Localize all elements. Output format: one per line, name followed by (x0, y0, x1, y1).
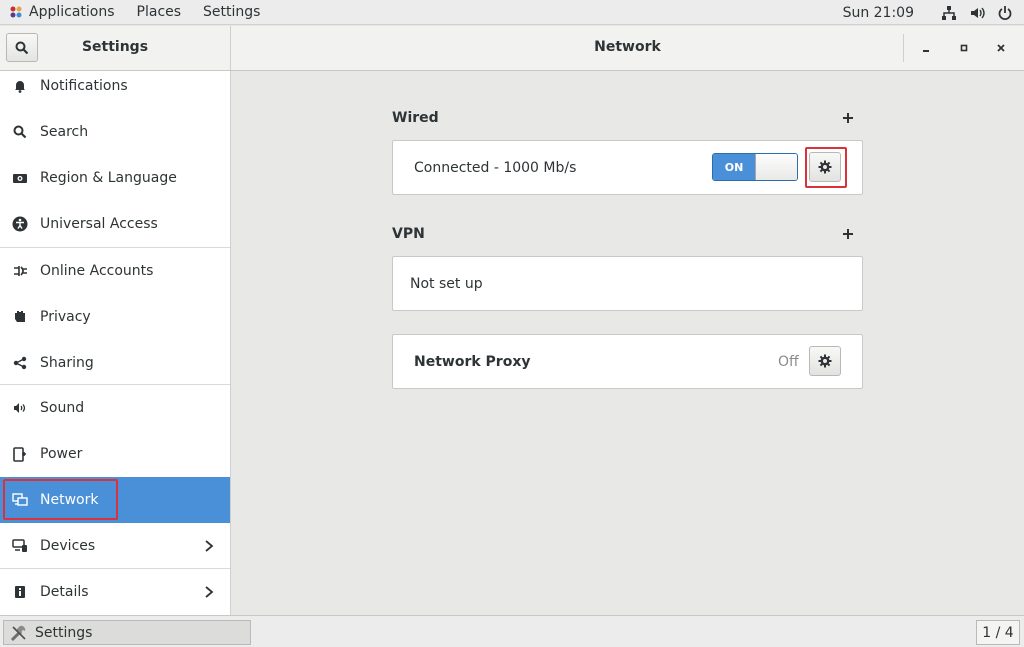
proxy-settings-button[interactable] (809, 346, 841, 376)
sidebar-item-label: Privacy (40, 309, 91, 325)
top-bar: Applications Places Settings Sun 21:09 (0, 0, 1024, 25)
sidebar-item-details[interactable]: Details (0, 569, 230, 615)
devices-icon (11, 537, 29, 555)
sidebar: Notifications Search Region & Language U… (0, 71, 231, 615)
chevron-right-icon (205, 586, 214, 598)
wired-title: Wired (392, 110, 439, 126)
search-icon (11, 123, 29, 141)
search-icon (15, 41, 29, 54)
vpn-status: Not set up (410, 276, 483, 292)
battery-plug-icon (11, 445, 29, 463)
camera-icon (11, 169, 29, 187)
settings-title: Settings (81, 39, 149, 55)
accessibility-icon (11, 215, 29, 233)
sidebar-item-label: Universal Access (40, 216, 158, 232)
sidebar-item-label: Devices (40, 538, 96, 554)
sidebar-item-privacy[interactable]: Privacy (0, 294, 230, 340)
taskbar-settings-window[interactable]: Settings (3, 620, 251, 645)
settings-menu[interactable]: Settings (203, 4, 260, 20)
sidebar-item-sharing[interactable]: Sharing (0, 340, 230, 386)
tools-icon (10, 625, 26, 641)
wired-toggle-switch[interactable]: ON (712, 153, 798, 181)
chevron-right-icon (205, 540, 214, 552)
applications-label: Applications (29, 4, 115, 20)
close-button[interactable] (991, 38, 1011, 58)
header-bar: Settings Network (0, 26, 1024, 71)
taskbar: Settings 1 / 4 (0, 615, 1024, 647)
network-icon[interactable] (940, 4, 958, 22)
add-wired-plus-icon[interactable] (842, 112, 854, 124)
workspace-pager[interactable]: 1 / 4 (976, 620, 1020, 645)
vpn-title: VPN (392, 226, 425, 242)
sidebar-header: Settings (0, 26, 231, 70)
places-menu[interactable]: Places (137, 4, 182, 20)
bell-icon (11, 77, 29, 95)
sidebar-item-label: Search (40, 124, 89, 140)
network-highlight-box (3, 479, 118, 520)
power-icon[interactable] (996, 4, 1014, 22)
page-title: Network (594, 39, 661, 55)
sidebar-item-label: Notifications (40, 78, 128, 94)
clock[interactable]: Sun 21:09 (843, 5, 914, 21)
close-icon (997, 44, 1005, 52)
sidebar-item-label: Sound (40, 400, 85, 416)
sidebar-item-label: Region & Language (40, 170, 177, 186)
search-button[interactable] (6, 33, 38, 62)
proxy-status: Off (778, 354, 799, 370)
applications-menu[interactable]: Applications (0, 4, 115, 20)
speaker-icon (11, 399, 29, 417)
hand-icon (11, 308, 29, 326)
sidebar-item-power[interactable]: Power (0, 431, 230, 477)
taskbar-settings-label: Settings (35, 624, 93, 641)
settings-menu-label: Settings (203, 4, 261, 20)
gear-highlight-box (805, 147, 847, 188)
sidebar-item-label: Sharing (40, 355, 94, 371)
info-icon (11, 583, 29, 601)
wired-status: Connected - 1000 Mb/s (414, 160, 577, 176)
proxy-title: Network Proxy (414, 354, 531, 370)
sidebar-item-label: Power (40, 446, 83, 462)
gear-icon (818, 354, 832, 368)
maximize-icon (960, 44, 968, 52)
sidebar-item-search[interactable]: Search (0, 109, 230, 155)
volume-icon[interactable] (968, 4, 986, 22)
sidebar-item-region-language[interactable]: Region & Language (0, 155, 230, 201)
add-vpn-plus-icon[interactable] (842, 228, 854, 240)
minimize-icon (923, 50, 929, 52)
sidebar-item-sound[interactable]: Sound (0, 385, 230, 431)
sidebar-item-label: Online Accounts (40, 263, 154, 279)
minimize-button[interactable] (916, 38, 936, 58)
sidebar-item-devices[interactable]: Devices (0, 523, 230, 569)
places-label: Places (136, 4, 182, 20)
switch-knob (755, 154, 797, 180)
share-icon (11, 354, 29, 372)
gnome-foot-icon (10, 6, 22, 18)
header-separator (903, 34, 904, 62)
maximize-button[interactable] (954, 38, 974, 58)
sidebar-item-online-accounts[interactable]: Online Accounts (0, 248, 230, 294)
sidebar-item-universal-access[interactable]: Universal Access (0, 201, 230, 247)
sidebar-item-label: Details (40, 584, 89, 600)
online-accounts-icon (11, 262, 29, 280)
switch-on-label: ON (713, 154, 755, 180)
sidebar-item-notifications[interactable]: Notifications (0, 71, 230, 109)
